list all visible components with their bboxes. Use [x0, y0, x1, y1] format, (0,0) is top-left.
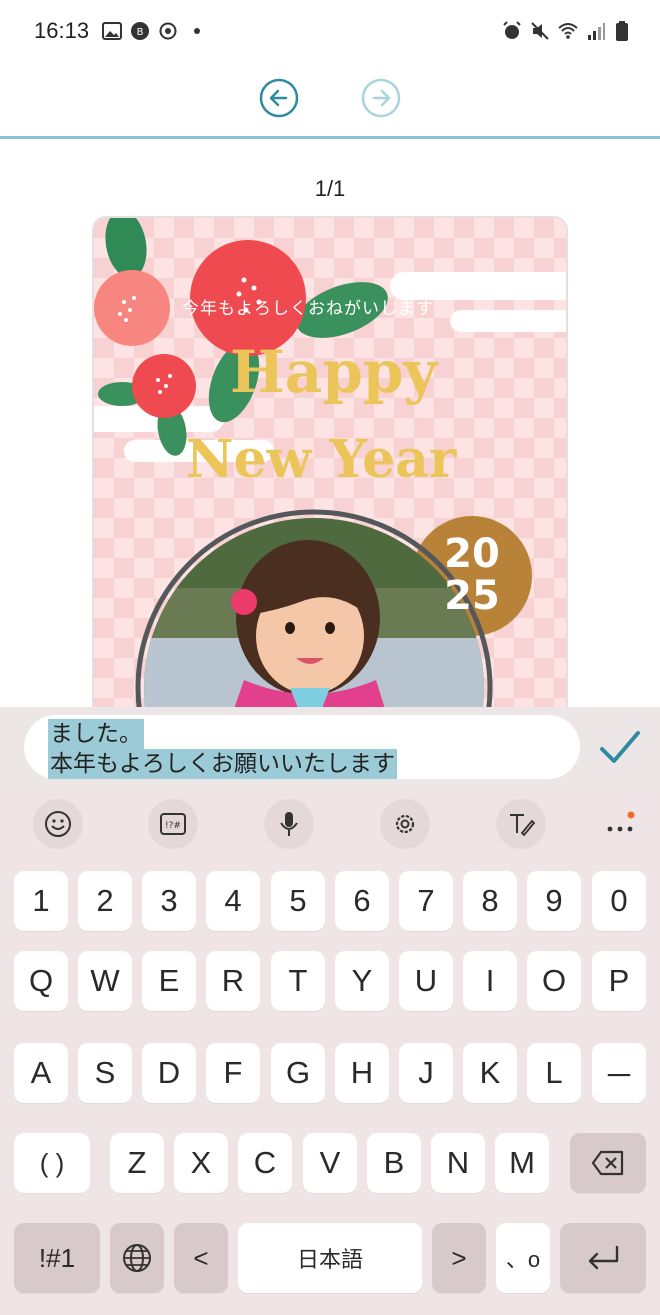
key-2[interactable]: 2: [78, 871, 132, 931]
cursor-right-key[interactable]: >: [432, 1223, 486, 1293]
key-o[interactable]: O: [527, 951, 581, 1011]
toolbar-divider: [0, 136, 660, 139]
page-indicator: 1/1: [314, 176, 346, 201]
key-q[interactable]: Q: [14, 951, 68, 1011]
key-u[interactable]: U: [399, 951, 453, 1011]
selected-text-line-2[interactable]: 本年もよろしくお願いいたします: [48, 749, 397, 779]
battery-icon: [616, 21, 628, 41]
confirm-check-icon[interactable]: [596, 723, 644, 771]
card-year-top: 20: [444, 531, 500, 577]
svg-text:!?#: !?#: [165, 821, 181, 831]
text-input-field[interactable]: ました。 本年もよろしくお願いいたします: [24, 715, 580, 779]
key-3[interactable]: 3: [142, 871, 196, 931]
key-p[interactable]: P: [592, 951, 646, 1011]
cellular-signal-icon: [588, 23, 605, 40]
cursor-left-key[interactable]: <: [174, 1223, 228, 1293]
enter-key[interactable]: [560, 1223, 646, 1293]
punctuation-key[interactable]: 、o: [496, 1223, 550, 1293]
key-b[interactable]: B: [367, 1133, 421, 1193]
key-4[interactable]: 4: [206, 871, 260, 931]
card-year-bottom: 25: [444, 573, 500, 619]
key-7[interactable]: 7: [399, 871, 453, 931]
key-n[interactable]: N: [431, 1133, 485, 1193]
backspace-icon: [591, 1150, 624, 1176]
editor-toolbar: [0, 60, 660, 139]
key-g[interactable]: G: [271, 1043, 325, 1103]
card-greeting-line: 今年もよろしくおねがいします: [182, 299, 434, 319]
status-time: 16:13: [34, 18, 90, 43]
more-options-icon[interactable]: [604, 809, 636, 841]
key-d[interactable]: D: [142, 1043, 196, 1103]
key-h[interactable]: H: [335, 1043, 389, 1103]
emoji-icon[interactable]: [33, 799, 83, 849]
alarm-icon: [503, 21, 521, 39]
language-key[interactable]: [110, 1223, 164, 1293]
key-e[interactable]: E: [142, 951, 196, 1011]
keyboard-toolbar: !?#: [0, 787, 660, 859]
space-key[interactable]: 日本語: [238, 1223, 422, 1293]
wifi-icon: [558, 23, 578, 39]
mute-icon: [531, 22, 549, 40]
enter-return-icon: [588, 1245, 619, 1270]
key-c[interactable]: C: [238, 1133, 292, 1193]
symbols-key[interactable]: !#1: [14, 1223, 100, 1293]
key-6[interactable]: 6: [335, 871, 389, 931]
key-5[interactable]: 5: [271, 871, 325, 931]
handwriting-text-icon[interactable]: [496, 799, 546, 849]
key-a[interactable]: A: [14, 1043, 68, 1103]
key-k[interactable]: K: [463, 1043, 517, 1103]
key-f[interactable]: F: [206, 1043, 260, 1103]
symbols-panel-icon[interactable]: !?#: [148, 799, 198, 849]
key-z[interactable]: Z: [110, 1133, 164, 1193]
svg-text:B: B: [137, 27, 144, 38]
microphone-icon[interactable]: [264, 799, 314, 849]
soft-keyboard: !?# 1 2 3 4 5 6 7 8 9 0 Q W E R T Y U I …: [0, 787, 660, 1315]
key-1[interactable]: 1: [14, 871, 68, 931]
app-notification-icon: B: [131, 22, 149, 40]
gallery-notification-icon: [102, 22, 122, 40]
key-y[interactable]: Y: [335, 951, 389, 1011]
more-notifications-dot-icon: [194, 28, 200, 34]
selected-text-line-1[interactable]: ました。: [48, 719, 144, 749]
sync-notification-icon: [159, 22, 177, 40]
key-parentheses[interactable]: ( ): [14, 1133, 90, 1193]
key-9[interactable]: 9: [527, 871, 581, 931]
status-bar: 16:13 B: [0, 0, 660, 60]
undo-icon[interactable]: [259, 78, 299, 118]
redo-icon[interactable]: [361, 78, 401, 118]
card-new-year-text: New Year: [186, 429, 457, 490]
card-happy-text: Happy: [230, 338, 438, 406]
key-0[interactable]: 0: [592, 871, 646, 931]
key-v[interactable]: V: [303, 1133, 357, 1193]
key-8[interactable]: 8: [463, 871, 517, 931]
globe-icon: [123, 1244, 151, 1272]
settings-gear-icon[interactable]: [380, 799, 430, 849]
key-r[interactable]: R: [206, 951, 260, 1011]
key-s[interactable]: S: [78, 1043, 132, 1103]
key-j[interactable]: J: [399, 1043, 453, 1103]
key-m[interactable]: M: [495, 1133, 549, 1193]
key-long-vowel[interactable]: －: [592, 1043, 646, 1103]
backspace-key[interactable]: [570, 1133, 646, 1193]
key-t[interactable]: T: [271, 951, 325, 1011]
key-i[interactable]: I: [463, 951, 517, 1011]
new-year-card[interactable]: 今年もよろしくおねがいします Happy New Year 20 25: [92, 216, 568, 736]
key-x[interactable]: X: [174, 1133, 228, 1193]
text-edit-bar: ました。 本年もよろしくお願いいたします: [0, 707, 660, 787]
key-w[interactable]: W: [78, 951, 132, 1011]
key-l[interactable]: L: [527, 1043, 581, 1103]
